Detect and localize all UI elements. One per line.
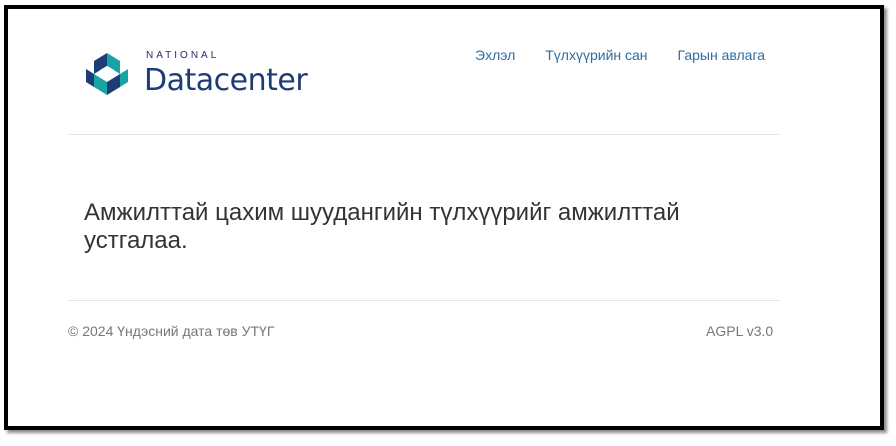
footer-license[interactable]: AGPL v3.0 xyxy=(706,323,773,339)
logo-national-text: NATIONAL xyxy=(146,49,220,61)
nav-keystore[interactable]: Түлхүүрийн сан xyxy=(530,47,662,63)
success-message: Амжилттай цахим шуудангийн түлхүүрийг ам… xyxy=(84,199,680,254)
nav-home[interactable]: Эхлэл xyxy=(460,47,530,63)
main-nav: Эхлэл Түлхүүрийн сан Гарын авлага xyxy=(460,47,780,63)
footer-copyright: © 2024 Үндэсний дата төв УТҮГ xyxy=(68,323,275,339)
site-logo[interactable]: NATIONAL Datacenter xyxy=(80,47,308,101)
nav-guide[interactable]: Гарын авлага xyxy=(663,47,781,63)
logo-datacenter-text: Datacenter xyxy=(144,62,308,98)
window-frame: NATIONAL Datacenter Эхлэл Түлхүүрийн сан… xyxy=(4,5,884,430)
footer-divider xyxy=(68,300,780,301)
logo-text: NATIONAL Datacenter xyxy=(144,49,308,98)
header-divider xyxy=(68,134,780,135)
national-datacenter-logo-icon xyxy=(86,53,128,95)
